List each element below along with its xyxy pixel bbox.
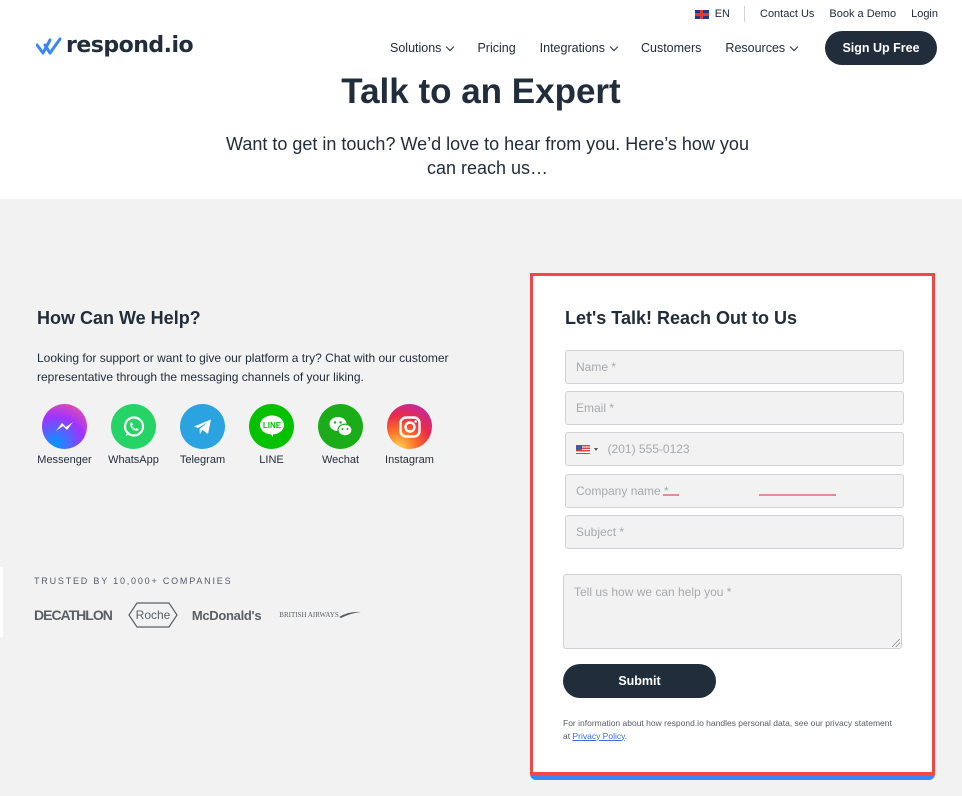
channel-label: WhatsApp bbox=[108, 454, 159, 466]
telegram-icon bbox=[180, 404, 225, 449]
instagram-icon bbox=[387, 404, 432, 449]
nav-label: Integrations bbox=[539, 41, 605, 55]
trusted-label: TRUSTED BY 10,000+ COMPANIES bbox=[34, 576, 233, 586]
submit-button[interactable]: Submit bbox=[563, 664, 716, 698]
page-subtitle: Want to get in touch? We’d love to hear … bbox=[226, 134, 749, 178]
language-label: EN bbox=[714, 8, 730, 20]
channel-line[interactable]: LINE LINE bbox=[237, 404, 306, 466]
country-dropdown-caret-icon[interactable] bbox=[593, 447, 598, 451]
message-textarea[interactable] bbox=[563, 574, 902, 649]
chevron-down-icon bbox=[789, 42, 799, 51]
svg-text:Roche: Roche bbox=[136, 608, 171, 622]
channel-whatsapp[interactable]: WhatsApp bbox=[99, 404, 168, 466]
book-demo-link[interactable]: Book a Demo bbox=[829, 8, 896, 20]
speedmarque-icon bbox=[338, 611, 361, 618]
language-selector[interactable]: EN bbox=[694, 6, 745, 22]
nav-resources[interactable]: Resources bbox=[725, 41, 799, 55]
mcdonalds-logo: McDonald's bbox=[191, 607, 262, 623]
nav-customers[interactable]: Customers bbox=[641, 41, 701, 55]
nav-label: Solutions bbox=[390, 41, 442, 55]
channel-label: Instagram bbox=[385, 454, 434, 466]
contact-us-link[interactable]: Contact Us bbox=[760, 8, 814, 20]
textarea-resize-handle[interactable] bbox=[892, 639, 900, 647]
privacy-end: . bbox=[624, 730, 628, 741]
nav-label: Resources bbox=[725, 41, 786, 55]
whatsapp-icon bbox=[111, 404, 156, 449]
us-flag-icon[interactable] bbox=[576, 444, 590, 454]
nav-pricing[interactable]: Pricing bbox=[477, 41, 515, 55]
nav-integrations[interactable]: Integrations bbox=[539, 41, 619, 55]
chevron-down-icon bbox=[446, 42, 455, 51]
help-description: Looking for support or want to give our … bbox=[37, 351, 449, 384]
chevron-down-icon bbox=[609, 42, 619, 51]
privacy-notice: For information about how respond.io han… bbox=[563, 717, 893, 742]
subject-field[interactable] bbox=[565, 515, 904, 549]
sign-up-free-button[interactable]: Sign Up Free bbox=[825, 31, 937, 65]
email-field[interactable] bbox=[565, 391, 904, 425]
channel-label: Telegram bbox=[179, 454, 226, 466]
name-field[interactable] bbox=[565, 350, 904, 384]
page-header: EN Contact Us Book a Demo Login respond.… bbox=[0, 0, 962, 199]
phone-input[interactable] bbox=[607, 442, 903, 456]
company-input[interactable] bbox=[576, 484, 903, 498]
email-input[interactable] bbox=[576, 401, 903, 415]
form-heading: Let's Talk! Reach Out to Us bbox=[565, 308, 797, 328]
channel-label: LINE bbox=[259, 454, 284, 466]
page-title: Talk to an Expert bbox=[341, 72, 621, 111]
line-icon: LINE bbox=[249, 404, 294, 449]
uk-flag-icon bbox=[694, 9, 709, 19]
main-nav: Solutions Pricing Integrations Customers… bbox=[390, 31, 821, 65]
svg-text:LINE: LINE bbox=[262, 421, 281, 430]
help-heading: How Can We Help? bbox=[37, 308, 201, 328]
nav-label: Customers bbox=[640, 41, 702, 55]
channel-messenger[interactable]: Messenger bbox=[30, 404, 99, 466]
double-check-logo-icon bbox=[36, 37, 62, 54]
spellcheck-underline bbox=[759, 494, 836, 496]
nav-label: Pricing bbox=[477, 41, 516, 55]
spellcheck-underline bbox=[663, 494, 679, 496]
channel-instagram[interactable]: Instagram bbox=[375, 404, 444, 466]
wechat-icon bbox=[318, 404, 363, 449]
channel-telegram[interactable]: Telegram bbox=[168, 404, 237, 466]
nav-solutions[interactable]: Solutions bbox=[390, 41, 455, 55]
name-input[interactable] bbox=[576, 360, 903, 374]
channel-wechat[interactable]: Wechat bbox=[306, 404, 375, 466]
company-field[interactable] bbox=[565, 474, 904, 508]
brand-logo[interactable]: respond.io bbox=[36, 33, 194, 58]
british-airways-text: BRITISH AIRWAYS bbox=[279, 611, 339, 619]
channel-label: Messenger bbox=[37, 454, 92, 466]
privacy-policy-link[interactable]: Privacy Policy bbox=[572, 731, 624, 741]
roche-logo: Roche bbox=[128, 602, 178, 628]
subject-input[interactable] bbox=[576, 525, 903, 539]
channel-label: Wechat bbox=[321, 454, 360, 466]
brand-name: respond.io bbox=[66, 33, 194, 58]
british-airways-logo: BRITISH AIRWAYS bbox=[279, 610, 361, 620]
channel-list: Messenger WhatsApp Telegram LINE LINE We… bbox=[30, 404, 444, 466]
decathlon-logo: DECATHLON bbox=[34, 607, 113, 623]
messenger-icon bbox=[42, 404, 87, 449]
phone-field[interactable] bbox=[565, 432, 904, 466]
customer-logos: DECATHLON Roche McDonald's BRITISH AIRWA… bbox=[34, 602, 361, 628]
top-utility-bar: EN Contact Us Book a Demo Login bbox=[694, 6, 938, 22]
login-link[interactable]: Login bbox=[911, 8, 938, 20]
